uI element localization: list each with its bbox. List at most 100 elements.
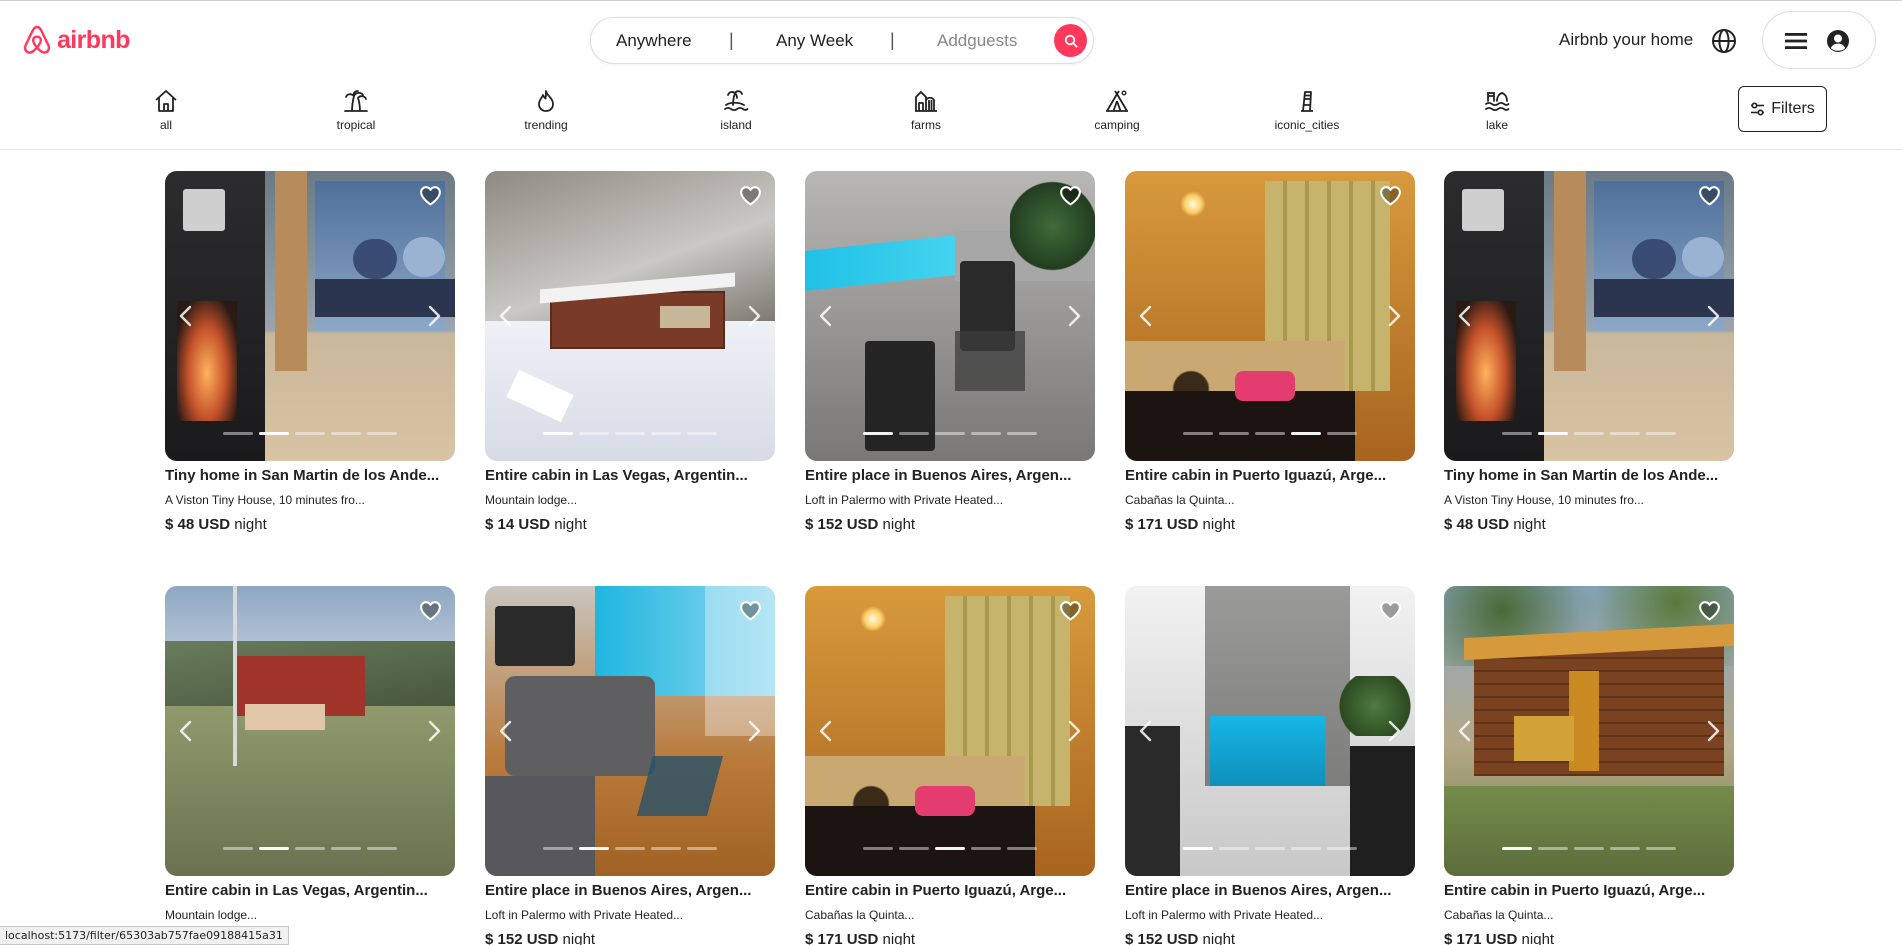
listing-photo[interactable] bbox=[805, 586, 1095, 876]
carousel-dot[interactable] bbox=[223, 847, 253, 850]
carousel-dot[interactable] bbox=[367, 432, 397, 435]
carousel-dot[interactable] bbox=[579, 847, 609, 850]
carousel-dot[interactable] bbox=[543, 847, 573, 850]
carousel-dot[interactable] bbox=[579, 432, 609, 435]
carousel-dot[interactable] bbox=[687, 432, 717, 435]
search-button[interactable] bbox=[1054, 24, 1087, 57]
chevron-right-icon[interactable] bbox=[1700, 718, 1724, 744]
chevron-left-icon[interactable] bbox=[815, 718, 839, 744]
heart-icon[interactable] bbox=[1378, 183, 1403, 208]
carousel-dot[interactable] bbox=[1183, 847, 1213, 850]
carousel-dot[interactable] bbox=[1255, 847, 1285, 850]
carousel-dot[interactable] bbox=[223, 432, 253, 435]
carousel-dot[interactable] bbox=[1646, 847, 1676, 850]
carousel-dot[interactable] bbox=[1538, 432, 1568, 435]
filters-button[interactable]: Filters bbox=[1738, 86, 1827, 132]
carousel-dot[interactable] bbox=[899, 847, 929, 850]
heart-icon[interactable] bbox=[1697, 183, 1722, 208]
chevron-right-icon[interactable] bbox=[421, 718, 445, 744]
carousel-dot[interactable] bbox=[1502, 847, 1532, 850]
carousel-dot[interactable] bbox=[1538, 847, 1568, 850]
carousel-dot[interactable] bbox=[1255, 432, 1285, 435]
carousel-dot[interactable] bbox=[1219, 432, 1249, 435]
listing-photo[interactable] bbox=[1444, 586, 1734, 876]
search-add-guests[interactable]: Addguests bbox=[937, 31, 1017, 51]
heart-icon[interactable] bbox=[1697, 598, 1722, 623]
listing-photo[interactable] bbox=[165, 586, 455, 876]
heart-icon[interactable] bbox=[418, 183, 443, 208]
carousel-dot[interactable] bbox=[1183, 432, 1213, 435]
search-bar[interactable]: Anywhere | Any Week | Addguests bbox=[590, 17, 1094, 64]
carousel-dot[interactable] bbox=[543, 432, 573, 435]
carousel-dot[interactable] bbox=[971, 432, 1001, 435]
carousel-dot[interactable] bbox=[1610, 432, 1640, 435]
search-anywhere[interactable]: Anywhere bbox=[616, 31, 692, 51]
carousel-dot[interactable] bbox=[1502, 432, 1532, 435]
heart-icon[interactable] bbox=[738, 183, 763, 208]
chevron-left-icon[interactable] bbox=[495, 303, 519, 329]
carousel-dot[interactable] bbox=[935, 432, 965, 435]
chevron-left-icon[interactable] bbox=[495, 718, 519, 744]
chevron-left-icon[interactable] bbox=[1135, 718, 1159, 744]
listing-card[interactable]: Entire place in Buenos Aires, Argen... Lo… bbox=[805, 171, 1095, 533]
chevron-right-icon[interactable] bbox=[1061, 303, 1085, 329]
carousel-dot[interactable] bbox=[295, 432, 325, 435]
chevron-right-icon[interactable] bbox=[421, 303, 445, 329]
category-trending[interactable]: trending bbox=[501, 88, 591, 132]
search-any-week[interactable]: Any Week bbox=[776, 31, 853, 51]
listing-photo[interactable] bbox=[165, 171, 455, 461]
category-all[interactable]: all bbox=[121, 88, 211, 132]
chevron-left-icon[interactable] bbox=[175, 718, 199, 744]
listing-photo[interactable] bbox=[1125, 171, 1415, 461]
chevron-left-icon[interactable] bbox=[175, 303, 199, 329]
airbnb-your-home-link[interactable]: Airbnb your home bbox=[1559, 30, 1693, 50]
carousel-dot[interactable] bbox=[1574, 432, 1604, 435]
chevron-right-icon[interactable] bbox=[1061, 718, 1085, 744]
chevron-right-icon[interactable] bbox=[1700, 303, 1724, 329]
carousel-dot[interactable] bbox=[899, 432, 929, 435]
carousel-dot[interactable] bbox=[259, 432, 289, 435]
carousel-dot[interactable] bbox=[1327, 847, 1357, 850]
category-farms[interactable]: farms bbox=[881, 88, 971, 132]
carousel-dot[interactable] bbox=[1610, 847, 1640, 850]
chevron-right-icon[interactable] bbox=[1381, 303, 1405, 329]
listing-photo[interactable] bbox=[1125, 586, 1415, 876]
category-camping[interactable]: camping bbox=[1072, 88, 1162, 132]
carousel-dot[interactable] bbox=[863, 847, 893, 850]
listing-photo[interactable] bbox=[1444, 171, 1734, 461]
airbnb-logo[interactable]: airbnb bbox=[21, 24, 130, 56]
chevron-left-icon[interactable] bbox=[1454, 303, 1478, 329]
carousel-dot[interactable] bbox=[1007, 432, 1037, 435]
carousel-dot[interactable] bbox=[651, 432, 681, 435]
heart-icon[interactable] bbox=[738, 598, 763, 623]
carousel-dot[interactable] bbox=[1007, 847, 1037, 850]
listing-card[interactable]: Entire cabin in Las Vegas, Argentin... Mo… bbox=[165, 586, 455, 945]
carousel-dot[interactable] bbox=[331, 847, 361, 850]
carousel-dot[interactable] bbox=[615, 432, 645, 435]
category-island[interactable]: island bbox=[691, 88, 781, 132]
category-tropical[interactable]: tropical bbox=[311, 88, 401, 132]
carousel-dot[interactable] bbox=[687, 847, 717, 850]
heart-icon[interactable] bbox=[418, 598, 443, 623]
carousel-dot[interactable] bbox=[935, 847, 965, 850]
listing-card[interactable]: Entire cabin in Las Vegas, Argentin... Mo… bbox=[485, 171, 775, 533]
carousel-dot[interactable] bbox=[331, 432, 361, 435]
category-lake[interactable]: lake bbox=[1452, 88, 1542, 132]
heart-icon[interactable] bbox=[1058, 598, 1083, 623]
listing-card[interactable]: Entire cabin in Puerto Iguazú, Arge... Ca… bbox=[805, 586, 1095, 945]
carousel-dot[interactable] bbox=[863, 432, 893, 435]
carousel-dot[interactable] bbox=[1291, 432, 1321, 435]
carousel-dot[interactable] bbox=[971, 847, 1001, 850]
carousel-dot[interactable] bbox=[1219, 847, 1249, 850]
listing-card[interactable]: Entire place in Buenos Aires, Argen... Lo… bbox=[485, 586, 775, 945]
chevron-left-icon[interactable] bbox=[1135, 303, 1159, 329]
chevron-right-icon[interactable] bbox=[1381, 718, 1405, 744]
chevron-right-icon[interactable] bbox=[741, 718, 765, 744]
listing-card[interactable]: Entire cabin in Puerto Iguazú, Arge... Ca… bbox=[1125, 171, 1415, 533]
chevron-right-icon[interactable] bbox=[741, 303, 765, 329]
listing-photo[interactable] bbox=[485, 171, 775, 461]
chevron-left-icon[interactable] bbox=[815, 303, 839, 329]
listing-photo[interactable] bbox=[485, 586, 775, 876]
carousel-dot[interactable] bbox=[651, 847, 681, 850]
carousel-dot[interactable] bbox=[367, 847, 397, 850]
